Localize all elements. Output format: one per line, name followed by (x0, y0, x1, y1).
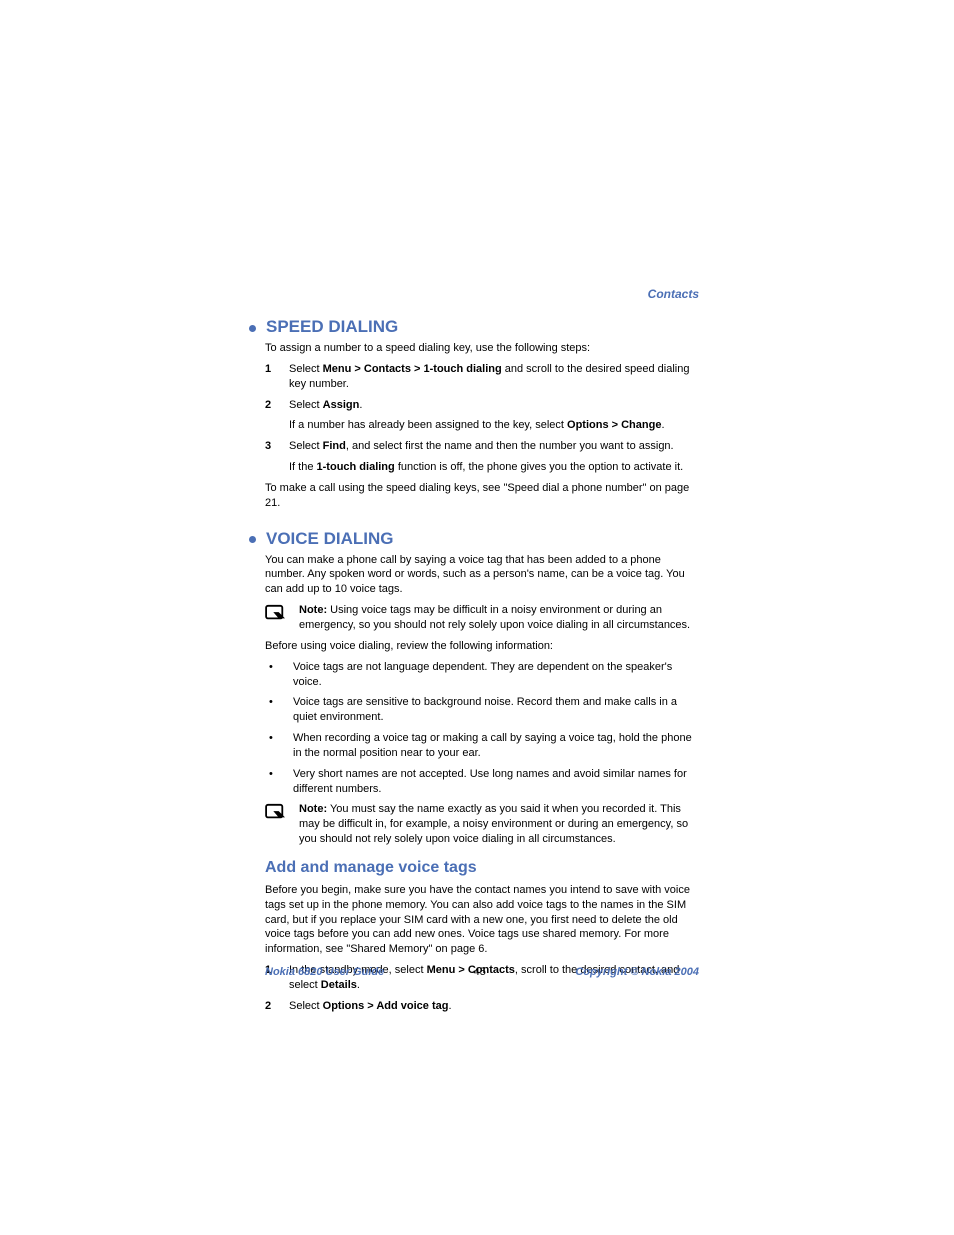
note-text: Note: Using voice tags may be difficult … (299, 603, 699, 633)
step-body: Select Assign. If a number has already b… (289, 398, 699, 434)
step-body: Select Find, and select first the name a… (289, 439, 699, 475)
speed-outro: To make a call using the speed dialing k… (265, 481, 699, 511)
list-text: Very short names are not accepted. Use l… (293, 767, 699, 797)
page-content: SPEED DIALING To assign a number to a sp… (265, 287, 699, 1020)
voice-intro: You can make a phone call by saying a vo… (265, 553, 699, 598)
list-text: Voice tags are sensitive to background n… (293, 695, 699, 725)
voice-before: Before using voice dialing, review the f… (265, 639, 699, 654)
step-number: 3 (265, 439, 275, 475)
note-block: Note: Using voice tags may be difficult … (265, 603, 699, 633)
list-item: • When recording a voice tag or making a… (269, 731, 699, 761)
heading-voice-dialing: VOICE DIALING (249, 529, 699, 549)
step-sub: If the 1-touch dialing function is off, … (289, 460, 699, 475)
step-number: 2 (265, 398, 275, 434)
list-item: • Voice tags are not language dependent.… (269, 660, 699, 690)
note-block: Note: You must say the name exactly as y… (265, 802, 699, 847)
page-footer: Nokia 6820 User Guide 45 Copyright © Nok… (265, 966, 699, 978)
step-body: Select Options > Add voice tag. (289, 999, 699, 1014)
bullet-icon (249, 325, 256, 332)
note-icon (265, 802, 289, 847)
list-item: • Voice tags are sensitive to background… (269, 695, 699, 725)
note-icon (265, 603, 289, 633)
bullet-icon: • (269, 767, 279, 797)
heading-text: VOICE DIALING (266, 529, 394, 549)
list-item: • Very short names are not accepted. Use… (269, 767, 699, 797)
step-2: 2 Select Assign. If a number has already… (265, 398, 699, 434)
list-text: When recording a voice tag or making a c… (293, 731, 699, 761)
step-3: 3 Select Find, and select first the name… (265, 439, 699, 475)
heading-manage-tags: Add and manage voice tags (265, 859, 699, 877)
manage-intro: Before you begin, make sure you have the… (265, 883, 699, 957)
bullet-icon: • (269, 695, 279, 725)
heading-text: SPEED DIALING (266, 317, 398, 337)
heading-speed-dialing: SPEED DIALING (249, 317, 699, 337)
step-2: 2 Select Options > Add voice tag. (265, 999, 699, 1014)
step-sub: If a number has already been assigned to… (289, 418, 699, 433)
bullet-icon: • (269, 660, 279, 690)
step-1: 1 Select Menu > Contacts > 1-touch diali… (265, 362, 699, 392)
note-text: Note: You must say the name exactly as y… (299, 802, 699, 847)
page-number: 45 (474, 966, 486, 978)
speed-intro: To assign a number to a speed dialing ke… (265, 341, 699, 356)
list-text: Voice tags are not language dependent. T… (293, 660, 699, 690)
footer-right: Copyright © Nokia 2004 (575, 966, 699, 978)
bullet-icon: • (269, 731, 279, 761)
bullet-icon (249, 536, 256, 543)
step-number: 2 (265, 999, 275, 1014)
step-number: 1 (265, 362, 275, 392)
step-body: Select Menu > Contacts > 1-touch dialing… (289, 362, 699, 392)
footer-left: Nokia 6820 User Guide (265, 966, 384, 978)
